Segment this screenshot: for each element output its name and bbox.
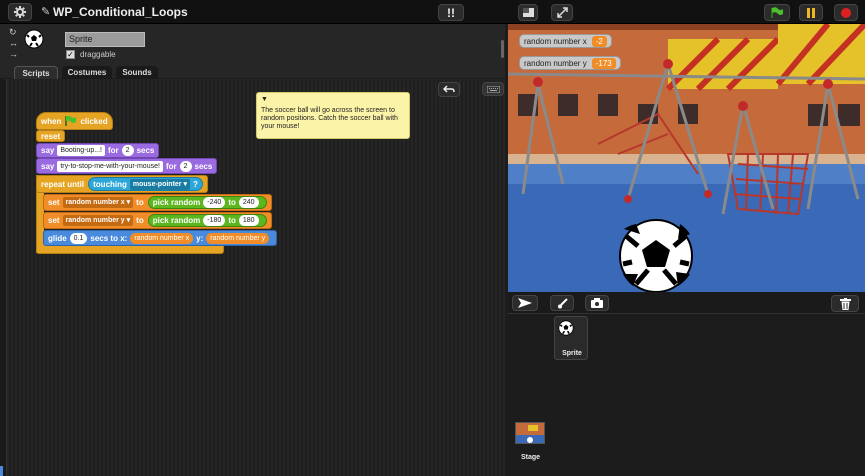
- variable-monitor[interactable]: random number x -2: [519, 34, 612, 48]
- glide-block[interactable]: glide 0.1 secs to x: random number x y: …: [43, 230, 278, 246]
- when-flag-clicked-block[interactable]: when clicked: [36, 112, 113, 130]
- say-for-secs-block[interactable]: say try-to-stop-me-with-your-mouse! for …: [36, 158, 218, 174]
- sprite-corral: Sprite: [508, 314, 865, 476]
- set-variable-block[interactable]: set random number x ▾ to pick random -24…: [43, 194, 272, 211]
- stage-thumbnail[interactable]: [515, 422, 545, 444]
- soccer-ball-icon: [24, 29, 44, 49]
- project-title[interactable]: WP_Conditional_Loops: [53, 5, 188, 19]
- top-bar: ✎ WP_Conditional_Loops !!: [0, 0, 865, 24]
- trash-icon[interactable]: [831, 295, 859, 312]
- pause-icon[interactable]: [799, 4, 823, 21]
- set-variable-block[interactable]: set random number y ▾ to pick random -18…: [43, 212, 272, 229]
- sprite-panel-scrollbar[interactable]: [501, 40, 504, 58]
- pencil-icon: ✎: [41, 6, 51, 18]
- stage-label: Stage: [521, 454, 541, 461]
- glide-secs-input[interactable]: 0.1: [69, 232, 88, 244]
- draggable-label: draggable: [80, 50, 116, 59]
- comment-note[interactable]: ▼ The soccer ball will go across the scr…: [256, 92, 410, 139]
- keyboard-icon[interactable]: [482, 82, 504, 96]
- pick-random-block[interactable]: pick random -240 to 240: [147, 196, 267, 209]
- sprite-thumbnail: [24, 29, 44, 54]
- random-from-input[interactable]: -240: [203, 197, 226, 208]
- y-variable-reporter[interactable]: random number y: [206, 232, 270, 244]
- say-message-input[interactable]: Booting-up...!: [57, 145, 105, 156]
- random-to-input[interactable]: 180: [238, 215, 259, 226]
- soccer-ball-sprite: [619, 219, 693, 292]
- random-from-input[interactable]: -180: [203, 215, 226, 226]
- tab-sounds[interactable]: Sounds: [116, 66, 158, 80]
- stop-icon[interactable]: [834, 4, 858, 21]
- variable-dropdown[interactable]: random number y ▾: [62, 215, 134, 226]
- rotation-style-controls: ↻ ↔ →: [9, 27, 18, 60]
- reset-block[interactable]: reset: [36, 130, 66, 142]
- arrow-icon[interactable]: [512, 295, 538, 311]
- small-stage-icon[interactable]: [518, 4, 538, 21]
- touching-block[interactable]: touching mouse-pointer ▾ ?: [88, 177, 203, 191]
- monitor-value: -2: [591, 35, 607, 47]
- sprite-name-field[interactable]: Sprite: [65, 32, 145, 47]
- tab-scripts[interactable]: Scripts: [14, 66, 58, 80]
- tab-costumes[interactable]: Costumes: [62, 66, 112, 80]
- monitor-value: -173: [591, 57, 616, 69]
- paintbrush-icon[interactable]: [550, 295, 574, 311]
- sprite-tile-label: Sprite: [562, 350, 582, 357]
- collapse-triangle-icon[interactable]: ▼: [261, 96, 268, 104]
- camera-icon[interactable]: [585, 295, 609, 311]
- gear-icon[interactable]: [8, 3, 32, 21]
- note-text: The soccer ball will go across the scree…: [261, 107, 398, 130]
- touching-target-dropdown[interactable]: mouse-pointer ▾: [129, 178, 190, 190]
- say-message-input[interactable]: try-to-stop-me-with-your-mouse!: [57, 160, 163, 172]
- no-rotate-icon[interactable]: →: [9, 49, 18, 60]
- undo-icon[interactable]: [438, 82, 460, 97]
- stage[interactable]: random number x -2 random number y -173: [508, 24, 865, 292]
- rotate-icon[interactable]: ↻: [9, 27, 18, 38]
- pick-random-block[interactable]: pick random -180 to 180: [147, 214, 267, 227]
- variable-monitor[interactable]: random number y -173: [519, 56, 621, 70]
- fullscreen-icon[interactable]: [551, 4, 573, 21]
- soccer-ball-icon: [558, 320, 574, 336]
- repeat-until-bottom: [36, 245, 224, 254]
- green-flag-icon: [65, 116, 77, 126]
- repeat-until-block[interactable]: repeat until touching mouse-pointer ▾ ?: [36, 175, 208, 193]
- random-to-input[interactable]: 240: [238, 197, 259, 208]
- left-right-icon[interactable]: ↔: [9, 38, 18, 49]
- sprite-tile[interactable]: Sprite: [554, 316, 588, 360]
- say-secs-input[interactable]: 2: [179, 160, 192, 172]
- turbo-icon[interactable]: !!: [438, 4, 464, 21]
- scripts-area[interactable]: [6, 79, 505, 476]
- say-for-secs-block[interactable]: say Booting-up...! for 2 secs: [36, 143, 160, 158]
- green-flag-icon[interactable]: [764, 4, 790, 21]
- palette-scrollbar[interactable]: [0, 466, 3, 476]
- variable-dropdown[interactable]: random number x ▾: [62, 197, 134, 208]
- sprite-toolbar: [508, 292, 865, 314]
- draggable-checkbox[interactable]: ✓: [66, 50, 75, 59]
- x-variable-reporter[interactable]: random number x: [130, 232, 194, 244]
- say-secs-input[interactable]: 2: [121, 145, 134, 156]
